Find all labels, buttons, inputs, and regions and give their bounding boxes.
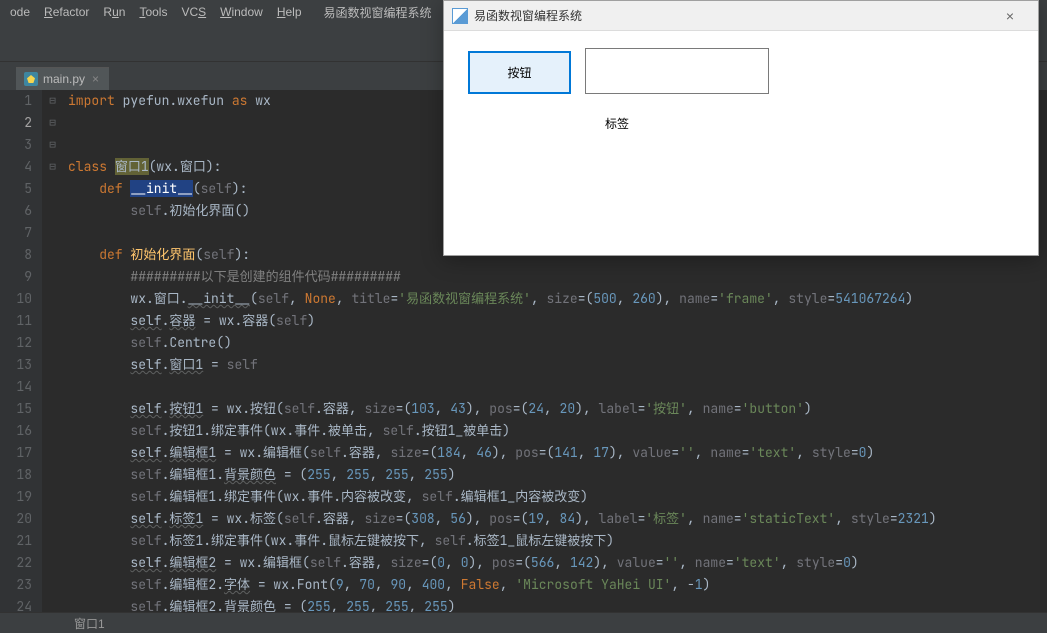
menu-run[interactable]: Run bbox=[97, 3, 131, 21]
wx-frame-title: 易函数视窗编程系统 bbox=[474, 7, 582, 24]
wx-frame-panel: 按钮 标签 bbox=[444, 31, 1038, 51]
menu-cn-system[interactable]: 易函数视窗编程系统 bbox=[318, 2, 438, 23]
tab-label: main.py bbox=[43, 72, 85, 86]
tab-close-button[interactable]: × bbox=[90, 72, 101, 86]
python-file-icon bbox=[24, 72, 38, 86]
line-number-gutter: 123456789101112131415161718192021222324 bbox=[0, 90, 42, 612]
menu-refactor[interactable]: Refactor bbox=[38, 3, 95, 21]
wx-frame-close-button[interactable]: × bbox=[990, 8, 1030, 24]
menu-tools[interactable]: Tools bbox=[133, 3, 173, 21]
wx-static-label: 标签 bbox=[463, 115, 771, 132]
tab-main-py[interactable]: main.py × bbox=[16, 67, 109, 90]
wx-frame-icon bbox=[452, 8, 468, 24]
fold-gutter[interactable]: ⊟⊟⊟ ⊟ bbox=[42, 90, 64, 612]
wx-frame-titlebar[interactable]: 易函数视窗编程系统 × bbox=[444, 1, 1038, 31]
wx-button[interactable]: 按钮 bbox=[468, 51, 571, 94]
menu-code[interactable]: ode bbox=[4, 3, 36, 21]
statusbar-text: 窗口1 bbox=[74, 615, 105, 632]
wx-text-input[interactable] bbox=[585, 48, 769, 94]
wx-frame-window: 易函数视窗编程系统 × 按钮 标签 bbox=[443, 0, 1039, 256]
statusbar: 窗口1 bbox=[0, 612, 1047, 633]
menu-window[interactable]: Window bbox=[214, 3, 269, 21]
menu-vcs[interactable]: VCS bbox=[175, 3, 212, 21]
menu-help[interactable]: Help bbox=[271, 3, 308, 21]
